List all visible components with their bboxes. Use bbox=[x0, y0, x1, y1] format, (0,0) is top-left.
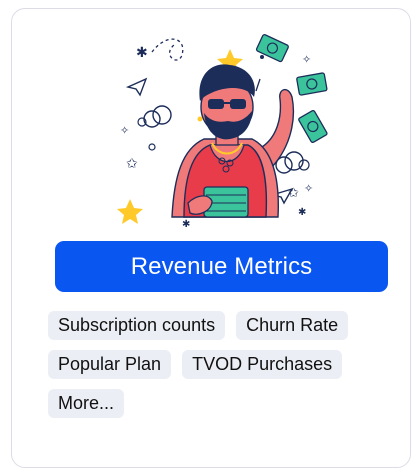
revenue-metrics-button[interactable]: Revenue Metrics bbox=[55, 241, 388, 292]
metric-tags: Subscription counts Churn Rate Popular P… bbox=[48, 311, 398, 428]
tag-subscription-counts[interactable]: Subscription counts bbox=[48, 311, 226, 340]
tag-row: Subscription counts Churn Rate bbox=[48, 311, 398, 340]
svg-text:✧: ✧ bbox=[120, 124, 129, 137]
svg-text:✱: ✱ bbox=[298, 207, 306, 218]
tag-churn-rate[interactable]: Churn Rate bbox=[236, 311, 349, 340]
svg-text:✱: ✱ bbox=[136, 45, 148, 61]
tag-row: More... bbox=[48, 389, 398, 418]
svg-text:✧: ✧ bbox=[302, 53, 311, 66]
tag-row: Popular Plan TVOD Purchases bbox=[48, 350, 398, 379]
man-with-money-icon: ✱ ✧ ✩ ✱ ✩ ✧ ✱ ✧ bbox=[117, 34, 328, 230]
revenue-metrics-card: ✱ ✧ ✩ ✱ ✩ ✧ ✱ ✧ Revenue Metrics Subscrip… bbox=[11, 8, 411, 468]
tag-tvod-purchases[interactable]: TVOD Purchases bbox=[182, 350, 343, 379]
svg-text:✧: ✧ bbox=[304, 182, 313, 195]
svg-text:✩: ✩ bbox=[126, 156, 138, 172]
tag-popular-plan[interactable]: Popular Plan bbox=[48, 350, 172, 379]
tag-more[interactable]: More... bbox=[48, 389, 125, 418]
svg-text:✱: ✱ bbox=[182, 219, 190, 230]
